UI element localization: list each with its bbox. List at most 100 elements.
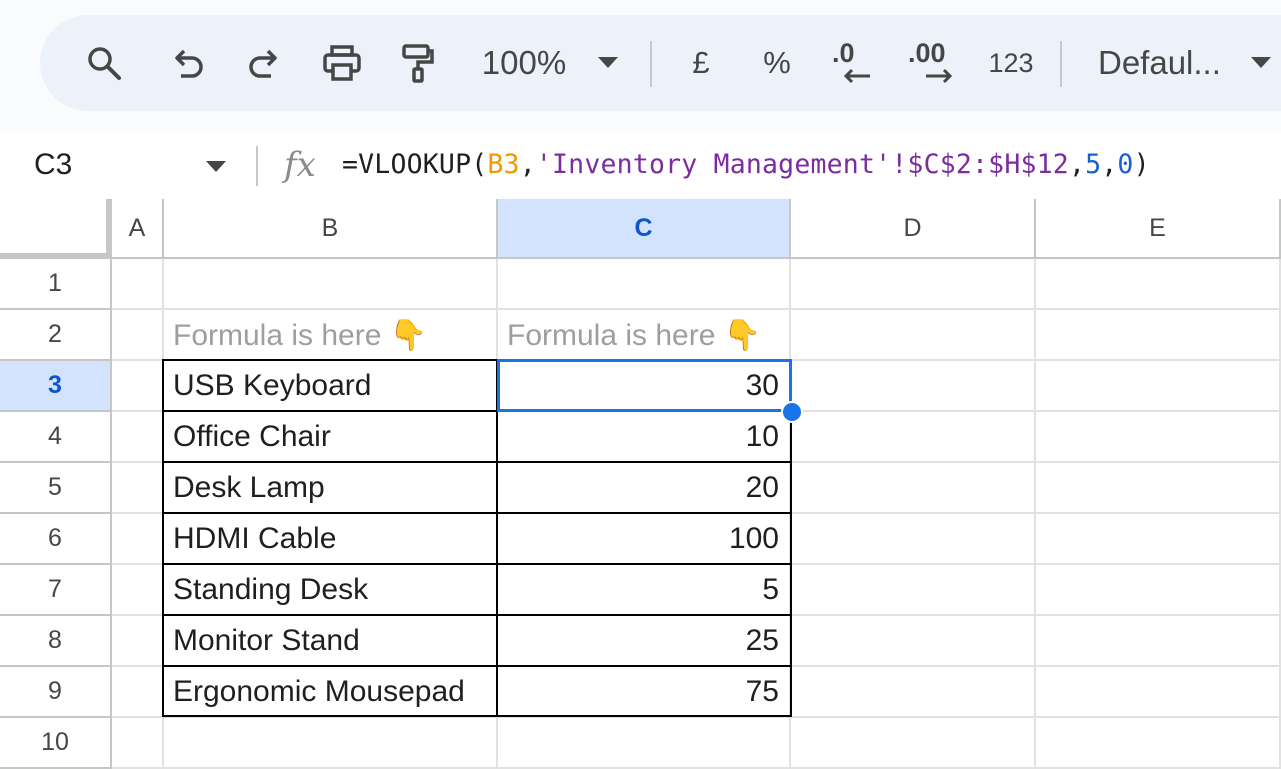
decrease-decimal-button[interactable]: .0 — [828, 15, 878, 111]
search-menus-button[interactable] — [82, 15, 126, 111]
more-formats-button[interactable]: 123 — [986, 15, 1036, 111]
select-all-corner[interactable] — [0, 199, 112, 259]
item-quantity: 25 — [745, 624, 779, 657]
cell-e9[interactable] — [1036, 667, 1281, 718]
format-currency-button[interactable]: £ — [684, 15, 718, 111]
cell-b9[interactable]: Ergonomic Mousepad — [164, 667, 498, 718]
undo-button[interactable] — [166, 15, 210, 111]
spreadsheet-grid: A B C D E 1 2 3 4 5 6 7 8 9 10 Formula i… — [0, 199, 1281, 769]
cell-a9[interactable] — [112, 667, 164, 718]
cell-e1[interactable] — [1036, 259, 1281, 310]
item-name: Desk Lamp — [173, 471, 325, 504]
format-percent-button[interactable]: % — [760, 15, 794, 111]
formula-range: 'Inventory Management'!$C$2:$H$12 — [535, 149, 1069, 180]
cell-a7[interactable] — [112, 565, 164, 616]
row-header-8[interactable]: 8 — [0, 616, 112, 667]
item-quantity: 30 — [745, 369, 779, 402]
cell-c9[interactable]: 75 — [498, 667, 791, 718]
row-header-1[interactable]: 1 — [0, 259, 112, 310]
number-format-label: 123 — [988, 47, 1034, 78]
cell-d5[interactable] — [791, 463, 1036, 514]
cell-b5[interactable]: Desk Lamp — [164, 463, 498, 514]
cell-a3[interactable] — [112, 361, 164, 412]
cell-d2[interactable] — [791, 310, 1036, 361]
cell-d7[interactable] — [791, 565, 1036, 616]
cell-e5[interactable] — [1036, 463, 1281, 514]
column-header-d[interactable]: D — [791, 199, 1036, 259]
cell-b6[interactable]: HDMI Cable — [164, 514, 498, 565]
redo-button[interactable] — [242, 15, 286, 111]
cell-a5[interactable] — [112, 463, 164, 514]
column-header-b[interactable]: B — [164, 199, 498, 259]
cell-b4[interactable]: Office Chair — [164, 412, 498, 463]
cell-a6[interactable] — [112, 514, 164, 565]
cell-e6[interactable] — [1036, 514, 1281, 565]
cell-d9[interactable] — [791, 667, 1036, 718]
fill-handle[interactable] — [781, 401, 803, 423]
row-header-6[interactable]: 6 — [0, 514, 112, 565]
caret-down-icon — [1251, 57, 1271, 68]
cell-e7[interactable] — [1036, 565, 1281, 616]
cell-a1[interactable] — [112, 259, 164, 310]
formula-input[interactable]: =VLOOKUP(B3,'Inventory Management'!$C$2:… — [342, 132, 1150, 198]
cell-a8[interactable] — [112, 616, 164, 667]
row-header-7[interactable]: 7 — [0, 565, 112, 616]
paint-format-icon — [402, 44, 434, 83]
row-header-2[interactable]: 2 — [0, 310, 112, 361]
formula-bar: C3 fx =VLOOKUP(B3,'Inventory Management'… — [0, 132, 1281, 198]
redo-icon — [249, 49, 277, 78]
cell-b1[interactable] — [164, 259, 498, 310]
cell-e2[interactable] — [1036, 310, 1281, 361]
cell-c5[interactable]: 20 — [498, 463, 791, 514]
font-family-value: Defaul... — [1098, 44, 1221, 81]
cell-c1[interactable] — [498, 259, 791, 310]
column-header-c[interactable]: C — [498, 199, 791, 259]
row-header-3[interactable]: 3 — [0, 361, 112, 412]
zoom-dropdown-arrow[interactable] — [596, 15, 620, 111]
cell-b3[interactable]: USB Keyboard — [164, 361, 498, 412]
cell-e8[interactable] — [1036, 616, 1281, 667]
print-button[interactable] — [320, 15, 364, 111]
formula-comma: , — [1068, 149, 1086, 180]
cell-e10[interactable] — [1036, 718, 1281, 769]
cell-d4[interactable] — [791, 412, 1036, 463]
toolbar-area: 100% £ % .0 .00 123 Defaul... — [0, 0, 1281, 132]
name-box[interactable]: C3 — [34, 132, 72, 198]
cell-d10[interactable] — [791, 718, 1036, 769]
item-quantity: 100 — [728, 522, 779, 555]
formula-comma: , — [1101, 149, 1118, 180]
cell-c6[interactable]: 100 — [498, 514, 791, 565]
cell-d8[interactable] — [791, 616, 1036, 667]
column-header-a[interactable]: A — [112, 199, 164, 259]
cell-c3[interactable]: 30 — [498, 361, 791, 412]
cell-d1[interactable] — [791, 259, 1036, 310]
column-header-e[interactable]: E — [1036, 199, 1281, 259]
zoom-select[interactable]: 100% — [476, 15, 572, 111]
cell-c10[interactable] — [498, 718, 791, 769]
cell-a2[interactable] — [112, 310, 164, 361]
row-header-4[interactable]: 4 — [0, 412, 112, 463]
formula-close-paren: ) — [1133, 149, 1150, 180]
paint-format-button[interactable] — [396, 15, 440, 111]
cell-b2[interactable]: Formula is here 👇 — [164, 310, 498, 361]
row-header-10[interactable]: 10 — [0, 718, 112, 769]
font-dropdown-arrow[interactable] — [1250, 15, 1272, 111]
cell-c2[interactable]: Formula is here 👇 — [498, 310, 791, 361]
font-family-select[interactable]: Defaul... — [1098, 15, 1234, 111]
cell-c4[interactable]: 10 — [498, 412, 791, 463]
increase-decimal-button[interactable]: .00 — [906, 15, 962, 111]
cell-e3[interactable] — [1036, 361, 1281, 412]
cell-c7[interactable]: 5 — [498, 565, 791, 616]
row-header-9[interactable]: 9 — [0, 667, 112, 718]
cell-d3[interactable] — [791, 361, 1036, 412]
cell-a4[interactable] — [112, 412, 164, 463]
cell-e4[interactable] — [1036, 412, 1281, 463]
cell-c8[interactable]: 25 — [498, 616, 791, 667]
cell-a10[interactable] — [112, 718, 164, 769]
name-box-dropdown[interactable] — [206, 160, 226, 178]
cell-b10[interactable] — [164, 718, 498, 769]
cell-d6[interactable] — [791, 514, 1036, 565]
cell-b7[interactable]: Standing Desk — [164, 565, 498, 616]
row-header-5[interactable]: 5 — [0, 463, 112, 514]
cell-b8[interactable]: Monitor Stand — [164, 616, 498, 667]
